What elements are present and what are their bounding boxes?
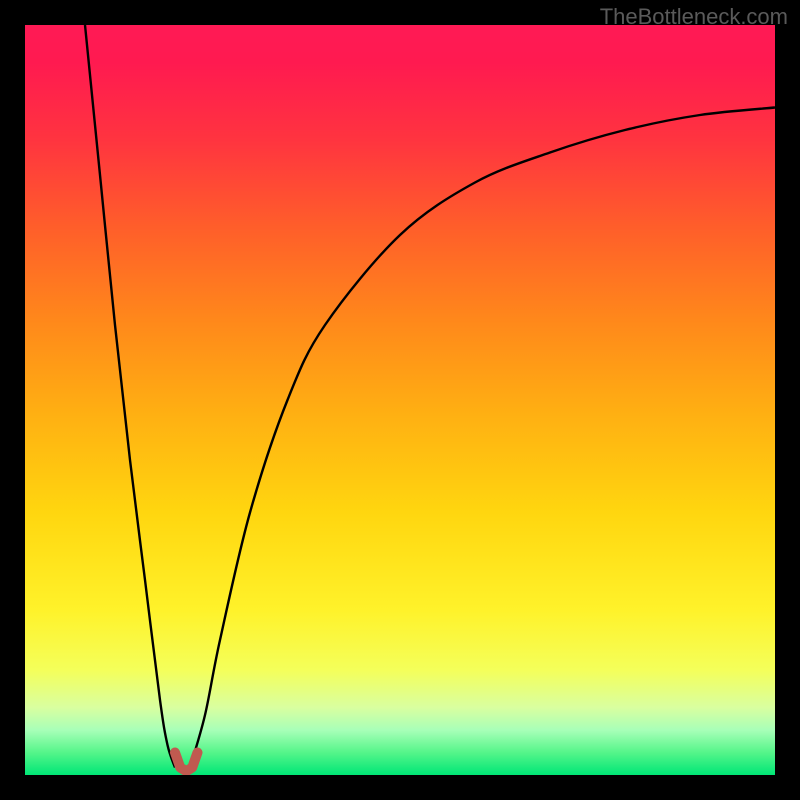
- curve-layer: [25, 25, 775, 775]
- curve-left-branch: [85, 25, 175, 768]
- plot-area: [25, 25, 775, 775]
- bottom-marker: [175, 753, 198, 772]
- curve-right-branch: [190, 108, 775, 768]
- watermark: TheBottleneck.com: [600, 4, 788, 30]
